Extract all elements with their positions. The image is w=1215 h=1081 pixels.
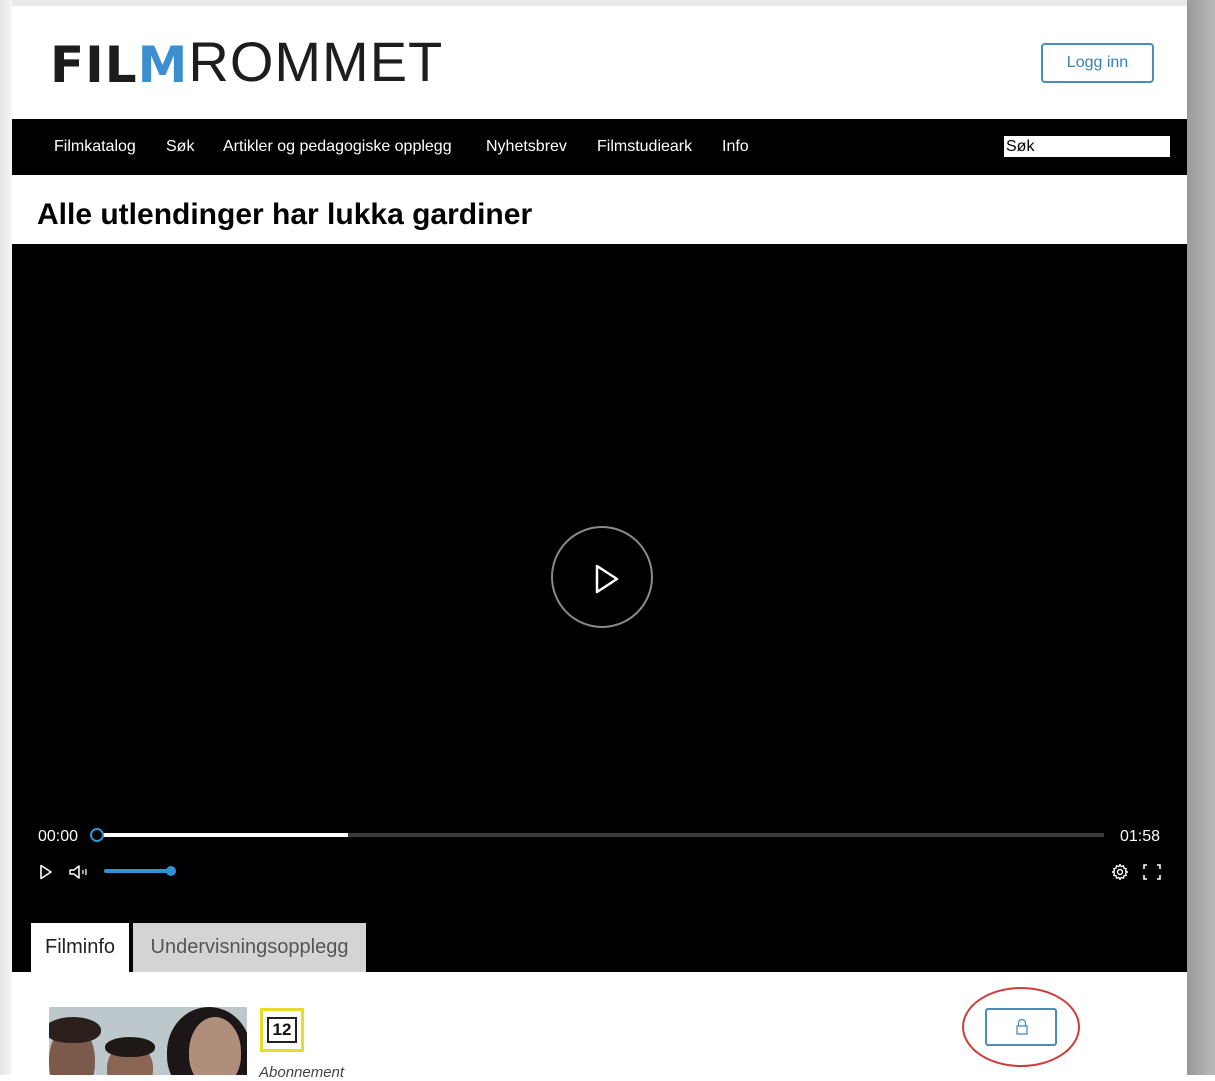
volume-icon[interactable] <box>69 864 91 880</box>
logo-bold-text: FILM <box>50 36 188 94</box>
duration-time: 01:58 <box>1120 828 1161 845</box>
page-margin-right <box>1187 0 1215 1075</box>
tab-filminfo[interactable]: Filminfo <box>31 923 129 972</box>
subscription-label: Abonnement <box>259 1064 345 1081</box>
nav-item-filmkatalog[interactable]: Filmkatalog <box>54 138 136 156</box>
logo-bold-part: FIL <box>50 36 138 94</box>
logo-light-text: ROMMET <box>188 30 444 93</box>
site-logo[interactable]: FILM ROMMET <box>50 30 443 94</box>
nav-item-filmstudieark[interactable]: Filmstudieark <box>597 138 692 156</box>
top-edge <box>12 0 1187 6</box>
settings-icon[interactable] <box>1111 863 1129 881</box>
film-poster <box>49 1007 247 1075</box>
main-navbar: Filmkatalog Søk Artikler og pedagogiske … <box>12 119 1187 175</box>
play-icon[interactable] <box>39 864 53 880</box>
current-time: 00:00 <box>38 828 79 845</box>
login-button[interactable]: Logg inn <box>1041 43 1154 83</box>
volume-slider[interactable] <box>104 869 170 873</box>
progress-handle[interactable] <box>90 828 104 842</box>
page-title: Alle utlendinger har lukka gardiner <box>37 198 533 231</box>
volume-handle[interactable] <box>166 866 176 876</box>
progress-buffered <box>96 833 348 837</box>
tab-undervisningsopplegg[interactable]: Undervisningsopplegg <box>133 923 366 972</box>
progress-bar[interactable] <box>90 828 1104 842</box>
age-rating-badge: 12 <box>260 1008 304 1052</box>
highlight-annotation <box>962 987 1080 1067</box>
big-play-button[interactable] <box>551 526 653 628</box>
page-margin-left <box>0 0 12 1075</box>
nav-item-nyhetsbrev[interactable]: Nyhetsbrev <box>486 138 567 156</box>
logo-accent-part: M <box>137 36 189 94</box>
play-icon <box>595 564 619 594</box>
age-rating-value: 12 <box>266 1017 298 1043</box>
nav-item-sok[interactable]: Søk <box>166 138 194 156</box>
video-player[interactable]: 00:00 01:58 <box>12 244 1187 972</box>
nav-item-info[interactable]: Info <box>722 138 749 156</box>
nav-item-artikler[interactable]: Artikler og pedagogiske opplegg <box>223 138 452 156</box>
fullscreen-icon[interactable] <box>1142 863 1162 881</box>
search-input[interactable] <box>1004 136 1170 157</box>
